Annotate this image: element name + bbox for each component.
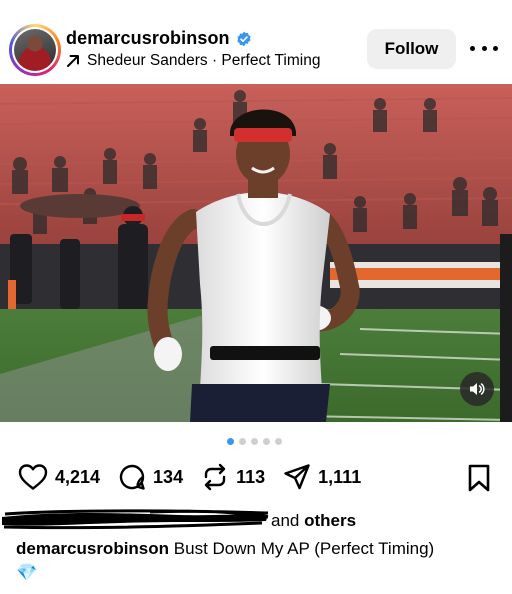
carousel-dot [251, 438, 258, 445]
volume-icon[interactable] [460, 372, 494, 406]
post-caption: demarcusrobinson Bust Down My AP (Perfec… [16, 538, 496, 583]
caption-text: Bust Down My AP (Perfect Timing) [173, 539, 435, 558]
bookmark-icon[interactable] [467, 464, 491, 492]
share-action[interactable]: 1,111 [283, 463, 361, 491]
like-count[interactable]: 4,214 [55, 467, 100, 488]
post-header: demarcusrobinson Shedeur Sanders · Perfe… [0, 0, 512, 84]
like-action[interactable]: 4,214 [18, 463, 100, 491]
repost-count[interactable]: 113 [236, 467, 265, 488]
heart-icon[interactable] [18, 463, 48, 491]
carousel-dot [263, 438, 270, 445]
verified-badge-icon [237, 31, 251, 46]
redaction-scribble [2, 509, 269, 530]
comment-icon[interactable] [118, 463, 146, 491]
audio-link[interactable]: Shedeur Sanders · Perfect Timing [66, 52, 320, 70]
username-link[interactable]: demarcusrobinson [66, 28, 230, 49]
follow-button[interactable]: Follow [367, 29, 456, 69]
gem-emoji: 💎 [16, 563, 38, 582]
arrow-up-right-icon [67, 55, 79, 67]
username-row: demarcusrobinson [66, 28, 252, 49]
action-bar: 4,214 134 113 1,111 [18, 460, 379, 494]
liked-by-row: and others [0, 506, 512, 532]
comment-count[interactable]: 134 [153, 467, 183, 488]
carousel-indicator [227, 438, 282, 445]
player-warmup-photo[interactable] [0, 84, 512, 422]
caption-username[interactable]: demarcusrobinson [16, 539, 169, 558]
repost-action[interactable]: 113 [201, 463, 265, 491]
and-others-text[interactable]: and others [271, 511, 356, 531]
carousel-dot [227, 438, 234, 445]
share-count[interactable]: 1,111 [318, 467, 361, 488]
story-ring[interactable] [9, 24, 61, 76]
audio-label: Shedeur Sanders · Perfect Timing [87, 52, 321, 69]
more-horizontal-icon[interactable] [470, 40, 498, 56]
profile-avatar[interactable] [14, 29, 56, 71]
post-image [0, 84, 512, 422]
comment-action[interactable]: 134 [118, 463, 183, 491]
speaker-icon [470, 383, 485, 395]
repost-icon[interactable] [201, 463, 229, 491]
share-icon[interactable] [283, 463, 311, 491]
carousel-dot [239, 438, 246, 445]
carousel-dot [275, 438, 282, 445]
